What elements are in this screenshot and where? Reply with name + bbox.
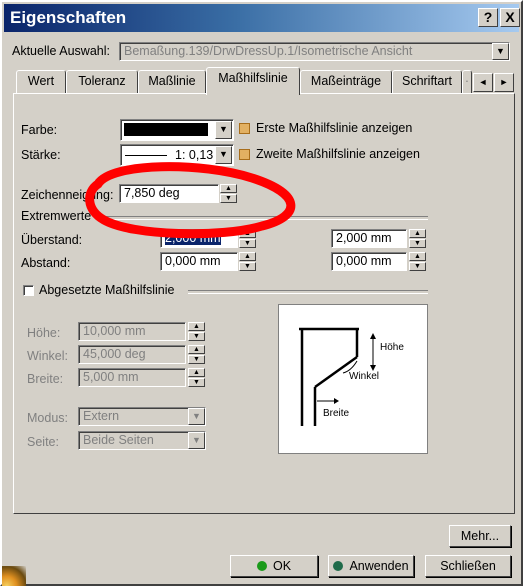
properties-dialog: Eigenschaften ? X Aktuelle Auswahl: Bema… [0,0,523,586]
abgesetzte-masshilfslinie-label: Abgesetzte Maßhilfslinie [39,283,175,297]
apply-label: Anwenden [349,559,409,573]
dialog-title: Eigenschaften [10,8,127,27]
hoehe-spinner[interactable]: ▲ ▼ [188,322,205,341]
tab-partial: · [462,70,472,93]
staerke-label: Stärke: [21,148,61,162]
color-dropdown-arrow[interactable]: ▼ [215,121,232,139]
ok-button[interactable]: OK [230,555,318,577]
tab-masshilfslinie[interactable]: Maßhilfslinie [206,67,300,95]
close-dialog-button[interactable]: Schließen [425,555,511,577]
zeichenneigung-spinner[interactable]: ▲ ▼ [220,184,237,203]
abstand-input-1[interactable]: 0,000 mm [160,252,238,271]
tab-schriftart[interactable]: Schriftart [392,70,462,93]
erste-masshilfslinie-checkbox[interactable] [239,123,250,134]
hoehe-input[interactable]: 10,000 mm [78,322,186,341]
ueberstand-spinner-2[interactable]: ▲ ▼ [409,229,426,248]
ok-label: OK [272,559,292,573]
abstand-spinner-1[interactable]: ▲ ▼ [239,252,256,271]
seite-dropdown-arrow: ▼ [188,432,205,449]
more-button[interactable]: Mehr... [449,525,511,547]
ueberstand-input-2[interactable]: 2,000 mm [331,229,407,248]
zweite-masshilfslinie-label: Zweite Maßhilfslinie anzeigen [256,147,420,161]
zeichenneigung-label: Zeichenneigung: [21,188,114,202]
thickness-value: 1: 0,13 [175,148,214,162]
close-button[interactable]: X [500,8,520,27]
diagram-drawing: Höhe Winkel Breite [299,327,404,426]
modus-dropdown-arrow: ▼ [188,408,205,425]
seite-select[interactable]: Beide Seiten [78,431,206,450]
winkel-input[interactable]: 45,000 deg [78,345,186,364]
tab-wert[interactable]: Wert [16,70,66,93]
farbe-label: Farbe: [21,123,58,137]
modus-label: Modus: [27,411,68,425]
apply-icon [333,561,344,571]
ueberstand-selected-text: 2,000 mm [165,231,221,245]
selection-label: Aktuelle Auswahl: [12,44,110,58]
diagram-winkel-label: Winkel [349,371,379,382]
thickness-dropdown-arrow[interactable]: ▼ [215,146,232,164]
abgesetzte-masshilfslinie-checkbox[interactable] [23,285,34,296]
tab-masseintraege[interactable]: Maßeinträge [300,70,392,93]
ueberstand-label: Überstand: [21,233,83,247]
corner-decoration [2,566,26,586]
offset-extension-line-diagram: Höhe Winkel Breite [278,304,428,454]
tab-toleranz[interactable]: Toleranz [66,70,138,93]
zeichenneigung-input[interactable]: 7,850 deg [119,184,219,203]
tab-scroll-left-button[interactable]: ◄ [473,73,493,92]
seite-label: Seite: [27,435,59,449]
breite-spinner[interactable]: ▲ ▼ [188,368,205,387]
abstand-input-2[interactable]: 0,000 mm [331,252,407,271]
tab-scroll-right-button[interactable]: ► [494,73,514,92]
selection-field: Bemaßung.139/DrwDressUp.1/Isometrische A… [119,42,510,61]
breite-input[interactable]: 5,000 mm [78,368,186,387]
tab-masslinie[interactable]: Maßlinie [138,70,206,93]
ueberstand-input-1[interactable]: 2,000 mm [160,229,238,248]
erste-masshilfslinie-label: Erste Maßhilfslinie anzeigen [256,121,413,135]
modus-select[interactable]: Extern [78,407,206,426]
ueberstand-spinner-1[interactable]: ▲ ▼ [239,229,256,248]
breite-label: Breite: [27,372,64,386]
color-swatch [124,123,208,136]
thickness-line-preview [125,155,167,157]
extremwerte-divider [98,216,428,220]
apply-button[interactable]: Anwenden [328,555,414,577]
winkel-spinner[interactable]: ▲ ▼ [188,345,205,364]
abstand-label: Abstand: [21,256,71,270]
abgesetzte-divider [188,290,428,294]
selection-dropdown-arrow: ▼ [492,43,509,60]
diagram-breite-label: Breite [323,408,350,419]
extremwerte-label: Extremwerte [21,209,92,223]
title-bar[interactable]: Eigenschaften ? X [4,4,520,32]
abstand-spinner-2[interactable]: ▲ ▼ [409,252,426,271]
diagram-hoehe-label: Höhe [380,342,404,353]
winkel-label: Winkel: [27,349,68,363]
zweite-masshilfslinie-checkbox[interactable] [239,149,250,160]
help-button[interactable]: ? [478,8,498,27]
hoehe-label: Höhe: [27,326,61,340]
ok-icon [256,561,267,571]
